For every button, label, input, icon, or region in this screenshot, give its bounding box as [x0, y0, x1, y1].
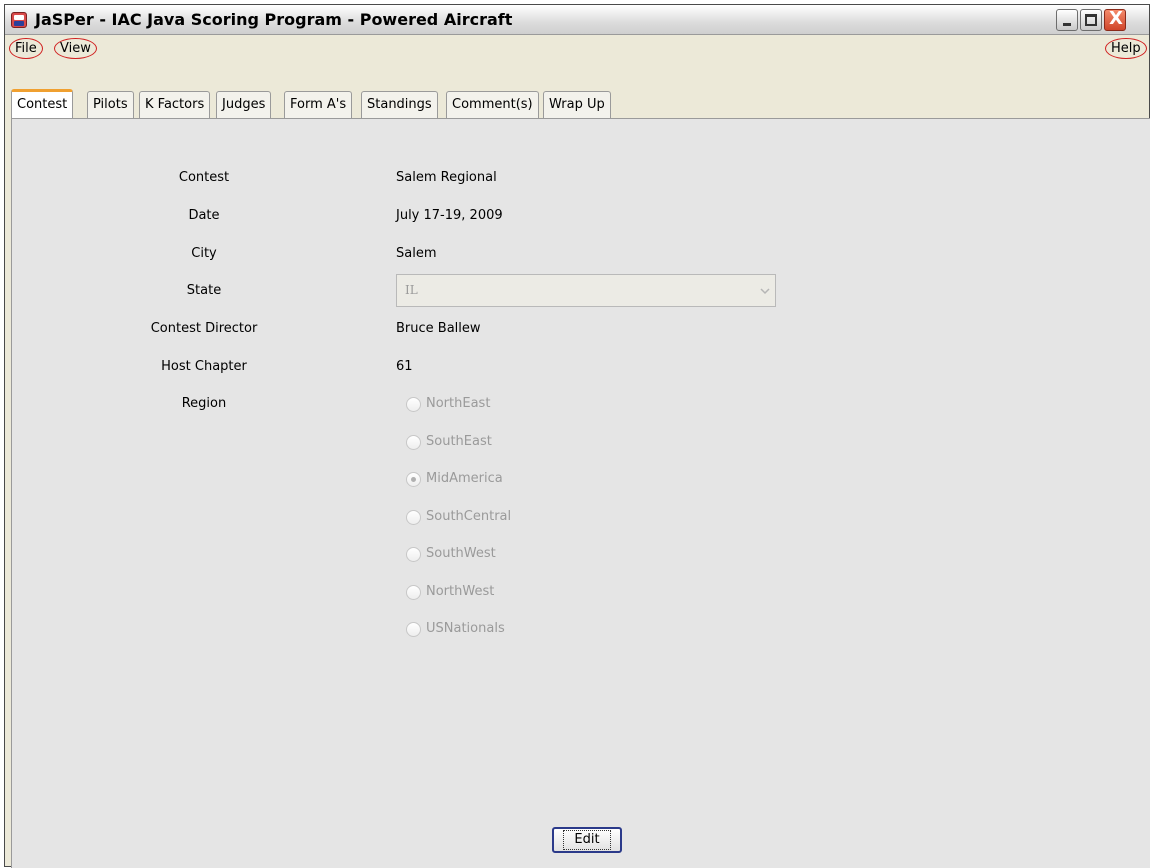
tab-judges[interactable]: Judges — [216, 91, 272, 118]
radio-circle — [406, 397, 421, 412]
chevron-down-icon — [756, 276, 774, 305]
radio-label: SouthWest — [426, 546, 496, 561]
minimize-icon — [1063, 23, 1071, 26]
radio-label: SouthEast — [426, 434, 492, 449]
radio-circle — [406, 510, 421, 525]
city-label: City — [191, 246, 217, 261]
menu-help[interactable]: Help — [1105, 38, 1147, 59]
edit-button-label: Edit — [563, 830, 611, 850]
radio-label: NorthEast — [426, 396, 491, 411]
radio-label: NorthWest — [426, 584, 495, 599]
radio-circle — [406, 472, 421, 487]
menu-file[interactable]: File — [9, 38, 43, 59]
tab-form-as[interactable]: Form A's — [284, 91, 353, 118]
close-icon: X — [1109, 8, 1123, 29]
radio-circle — [406, 585, 421, 600]
maximize-icon — [1085, 14, 1097, 26]
radio-selected-dot — [411, 477, 416, 482]
director-value: Bruce Ballew — [396, 321, 481, 336]
director-label: Contest Director — [150, 321, 258, 336]
chapter-value: 61 — [396, 359, 413, 374]
contest-value: Salem Regional — [396, 170, 497, 185]
tab-comments[interactable]: Comment(s) — [446, 91, 539, 118]
radio-circle — [406, 622, 421, 637]
minimize-button[interactable] — [1056, 9, 1078, 31]
date-value: July 17-19, 2009 — [396, 208, 503, 223]
menu-view[interactable]: View — [54, 38, 97, 59]
radio-circle — [406, 435, 421, 450]
contest-label: Contest — [178, 170, 230, 185]
radio-label: MidAmerica — [426, 471, 503, 486]
city-value: Salem — [396, 246, 437, 261]
tab-contest[interactable]: Contest — [11, 89, 74, 118]
tab-k-factors[interactable]: K Factors — [139, 91, 211, 118]
tab-wrap-up[interactable]: Wrap Up — [543, 91, 611, 118]
region-label: Region — [181, 396, 227, 411]
edit-button[interactable]: Edit — [552, 827, 622, 853]
window-title: JaSPer - IAC Java Scoring Program - Powe… — [35, 10, 513, 29]
app-window: JaSPer - IAC Java Scoring Program - Powe… — [4, 4, 1150, 868]
radio-circle — [406, 547, 421, 562]
state-value: IL — [405, 283, 418, 297]
contest-panel: Contest Salem Regional Date July 17-19, … — [11, 119, 1150, 868]
tab-pilots[interactable]: Pilots — [87, 91, 134, 118]
app-logo-icon — [11, 12, 27, 28]
radio-label: SouthCentral — [426, 509, 512, 524]
maximize-button[interactable] — [1080, 9, 1102, 31]
state-label: State — [186, 283, 222, 298]
title-bar[interactable]: JaSPer - IAC Java Scoring Program - Powe… — [5, 5, 1149, 35]
close-button[interactable]: X — [1104, 8, 1126, 31]
menu-bar: File View Help — [5, 36, 1149, 62]
chapter-label: Host Chapter — [161, 359, 247, 374]
tab-standings[interactable]: Standings — [361, 91, 438, 118]
state-select[interactable]: IL — [396, 274, 776, 307]
date-label: Date — [188, 208, 220, 223]
radio-label: USNationals — [426, 621, 505, 636]
